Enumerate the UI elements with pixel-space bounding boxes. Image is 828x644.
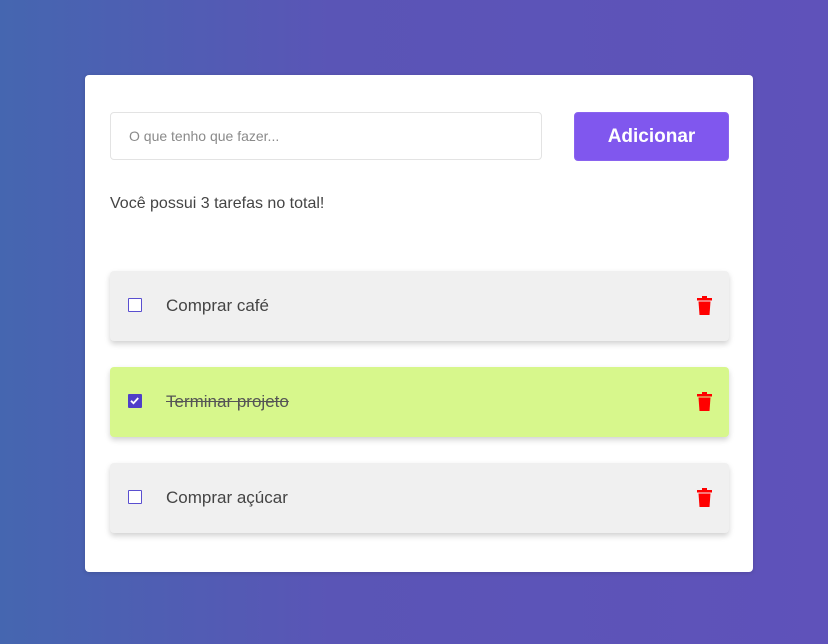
checkbox-icon[interactable] xyxy=(128,490,142,504)
task-item: Terminar projeto xyxy=(110,367,729,437)
trash-icon[interactable] xyxy=(697,392,712,411)
checkbox-checked-icon[interactable] xyxy=(128,394,142,408)
trash-icon[interactable] xyxy=(697,488,712,507)
task-input[interactable] xyxy=(110,112,542,160)
trash-icon[interactable] xyxy=(697,296,712,315)
task-label: Terminar projeto xyxy=(166,392,289,411)
add-task-form: Adicionar xyxy=(110,112,729,162)
task-label: Comprar café xyxy=(166,296,269,315)
todo-card: Adicionar Você possui 3 tarefas no total… xyxy=(85,75,753,572)
task-count-summary: Você possui 3 tarefas no total! xyxy=(110,195,325,212)
add-button[interactable]: Adicionar xyxy=(574,112,729,161)
task-label: Comprar açúcar xyxy=(166,488,288,507)
checkbox-icon[interactable] xyxy=(128,298,142,312)
task-list: Comprar café Terminar projeto Comprar aç… xyxy=(110,271,729,559)
task-item: Comprar café xyxy=(110,271,729,341)
task-item: Comprar açúcar xyxy=(110,463,729,533)
